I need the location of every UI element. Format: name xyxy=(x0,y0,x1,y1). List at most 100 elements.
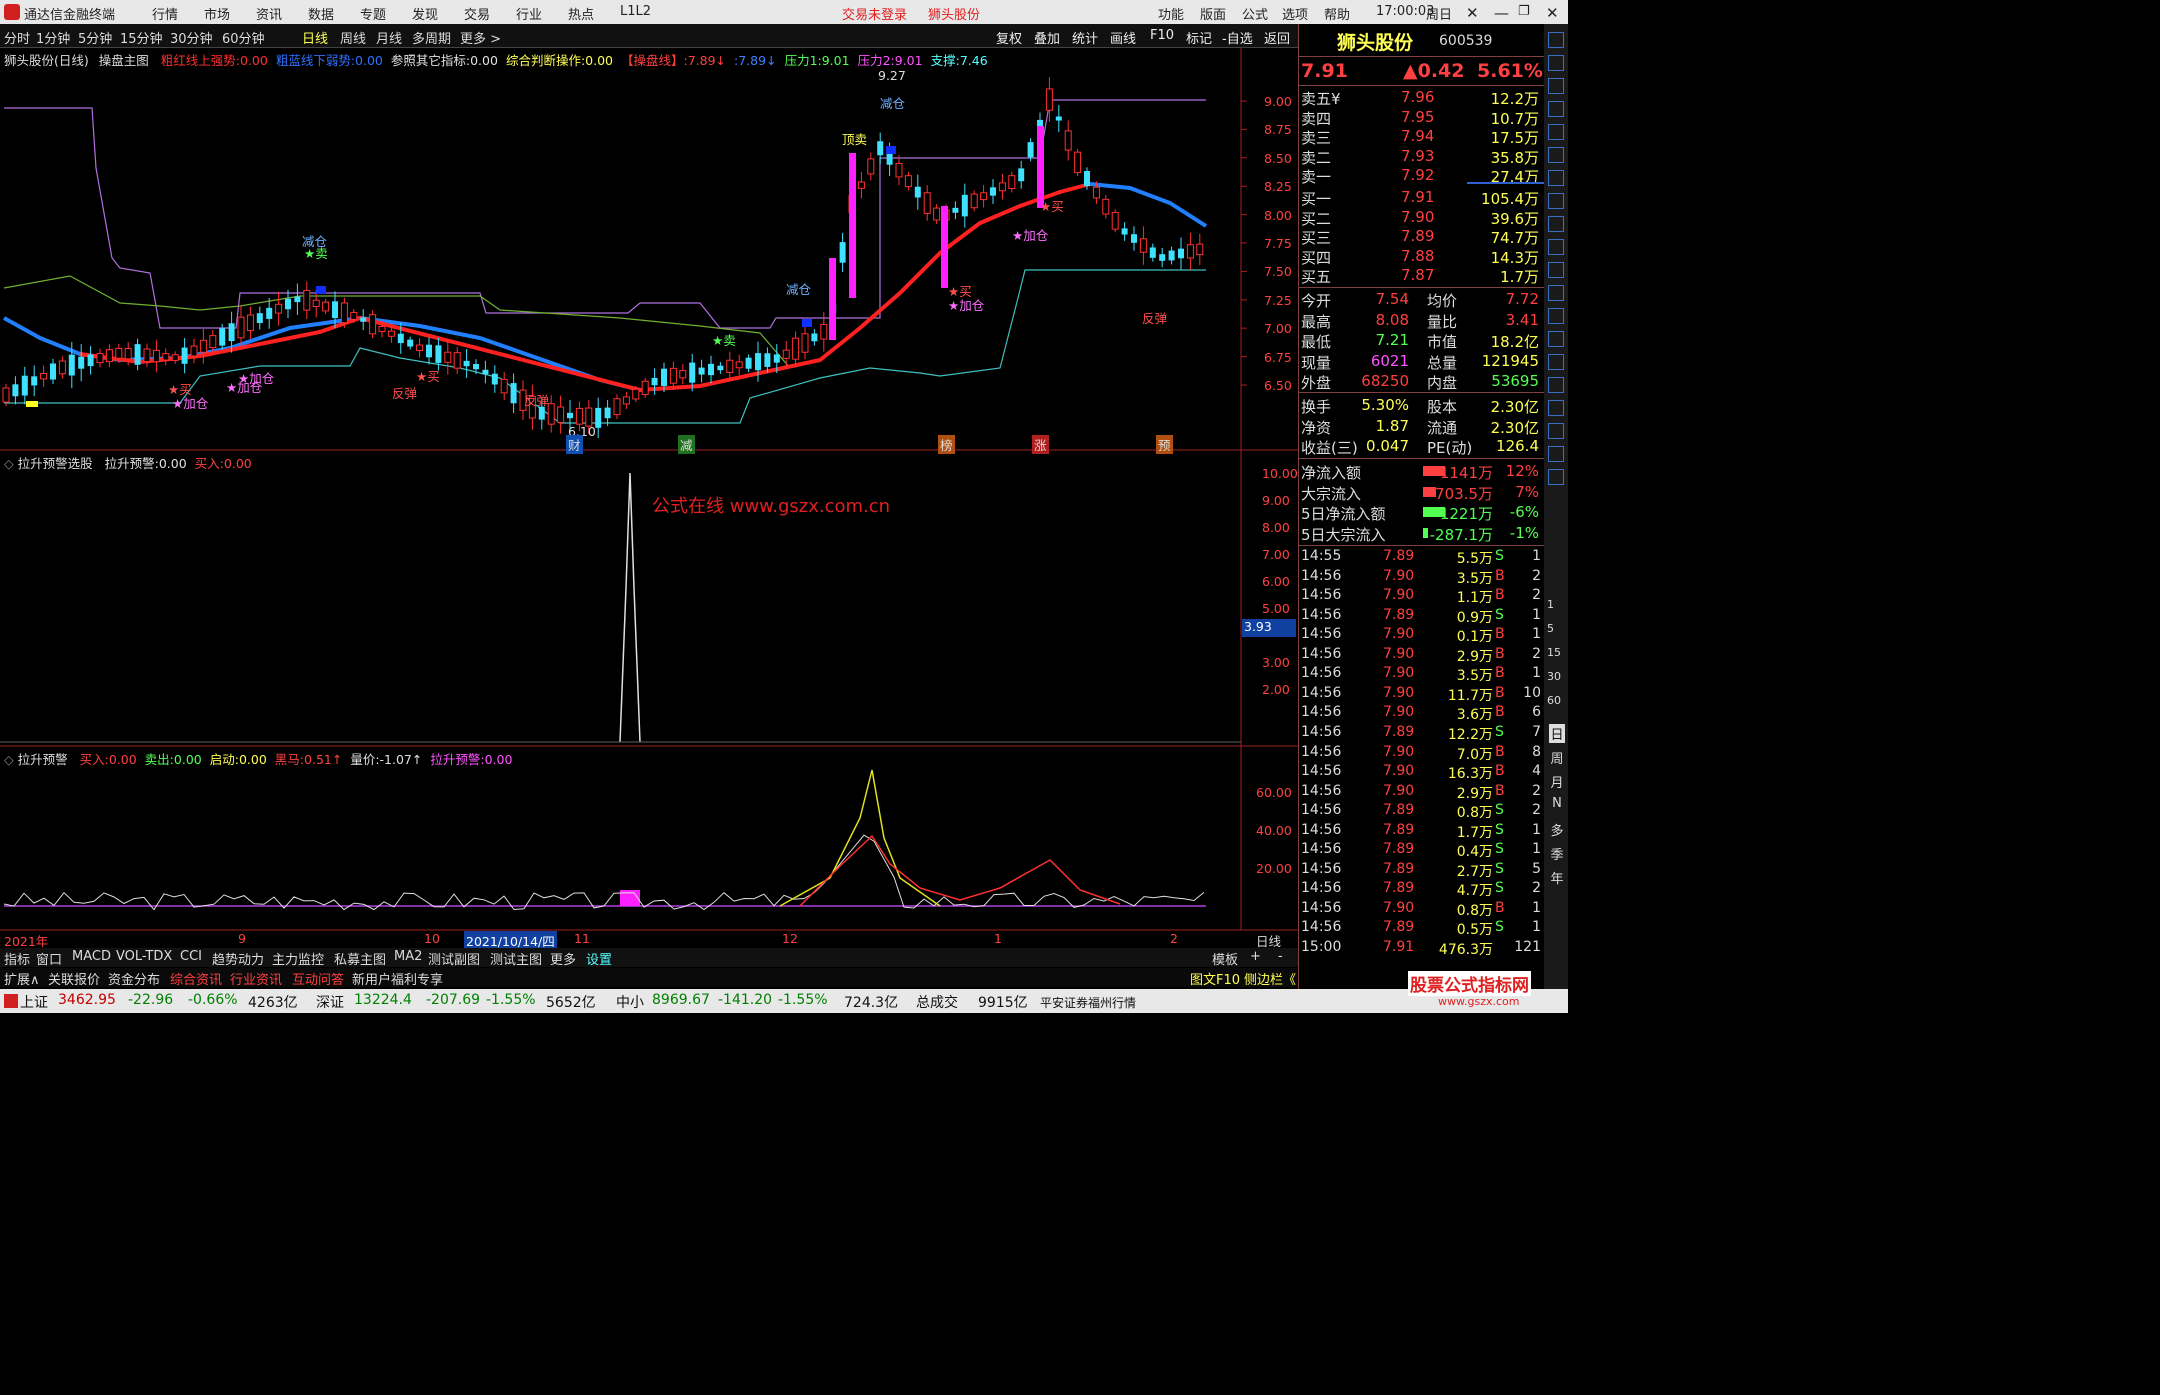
book-row[interactable]: 买二 7.90 39.6万 xyxy=(1299,208,1545,228)
side-period-tab[interactable]: 日 xyxy=(1549,724,1565,743)
extension-tab[interactable]: 新用户福利专享 xyxy=(352,969,443,988)
indicator-tab[interactable]: 测试主图 xyxy=(490,949,542,968)
extension-tab[interactable]: 关联报价 xyxy=(48,969,100,988)
side-tool-icon[interactable] xyxy=(1548,285,1564,301)
menu-shuju[interactable]: 数据 xyxy=(308,4,334,23)
indicator-tab[interactable]: CCI xyxy=(180,949,202,964)
side-tool-icon[interactable] xyxy=(1548,354,1564,370)
indicator-tab[interactable]: 主力监控 xyxy=(272,949,324,968)
side-tool-icon[interactable] xyxy=(1548,423,1564,439)
side-tool-icon[interactable] xyxy=(1548,377,1564,393)
side-interval-tab[interactable]: 1 xyxy=(1547,598,1554,611)
extension-tab[interactable]: 综合资讯 xyxy=(170,969,222,988)
indicator-tab-right[interactable]: 模板 xyxy=(1212,949,1238,968)
tick-row[interactable]: 14:56 7.90 11.7万 B 10 xyxy=(1299,685,1545,705)
side-interval-tab[interactable]: 60 xyxy=(1547,694,1561,707)
indicator-tab[interactable]: VOL-TDX xyxy=(116,949,172,964)
extension-tab[interactable]: 扩展∧ xyxy=(4,969,40,988)
extension-tab[interactable]: 互动问答 xyxy=(292,969,344,988)
menu-faxian[interactable]: 发现 xyxy=(412,4,438,23)
event-marker[interactable]: 榜 xyxy=(938,435,955,454)
indicator-tab[interactable]: 测试副图 xyxy=(428,949,480,968)
extension-tab-right[interactable]: 图文F10 xyxy=(1190,969,1240,988)
side-tool-icon[interactable] xyxy=(1548,147,1564,163)
indicator-tab[interactable]: 设置 xyxy=(586,949,612,968)
main-indicator-name[interactable]: 操盘主图 xyxy=(99,53,149,68)
tf-60min[interactable]: 60分钟 xyxy=(222,28,265,47)
book-row[interactable]: 卖五¥ 7.96 12.2万 xyxy=(1299,88,1545,108)
menu-banmian[interactable]: 版面 xyxy=(1200,4,1226,23)
book-row[interactable]: 买一 7.91 105.4万 xyxy=(1299,188,1545,208)
restore-icon[interactable]: ❐ xyxy=(1518,4,1530,19)
menu-jiaoyi[interactable]: 交易 xyxy=(464,4,490,23)
login-status[interactable]: 交易未登录 xyxy=(842,4,907,23)
panel2-title[interactable]: 拉升预警选股 xyxy=(18,456,93,471)
btn-huaxian[interactable]: 画线 xyxy=(1110,28,1136,47)
btn-zixuan[interactable]: -自选 xyxy=(1222,28,1253,47)
indicator-tab[interactable]: 指标 xyxy=(4,949,30,968)
tf-multi[interactable]: 多周期 xyxy=(412,28,451,47)
book-row[interactable]: 买四 7.88 14.3万 xyxy=(1299,247,1545,267)
indicator-tab[interactable]: 更多 xyxy=(550,949,576,968)
extension-tab[interactable]: 行业资讯 xyxy=(230,969,282,988)
sh-label[interactable]: 上证 xyxy=(20,992,48,1012)
tf-30min[interactable]: 30分钟 xyxy=(170,28,213,47)
side-interval-tab[interactable]: 5 xyxy=(1547,622,1554,635)
indicator-tab-right[interactable]: + xyxy=(1250,949,1261,964)
book-row[interactable]: 卖四 7.95 10.7万 xyxy=(1299,108,1545,128)
collapse-icon[interactable]: ◇ xyxy=(4,456,14,471)
book-row[interactable]: 买三 7.89 74.7万 xyxy=(1299,227,1545,247)
menu-l1l2[interactable]: L1L2 xyxy=(620,4,651,19)
tick-row[interactable]: 15:00 7.91 476.3万 121 xyxy=(1299,939,1545,959)
menu-gongneng[interactable]: 功能 xyxy=(1158,4,1184,23)
event-marker[interactable]: 预 xyxy=(1156,435,1173,454)
extension-tab[interactable]: 资金分布 xyxy=(108,969,160,988)
tf-5min[interactable]: 5分钟 xyxy=(78,28,112,47)
side-tool-icon[interactable] xyxy=(1548,170,1564,186)
btn-f10[interactable]: F10 xyxy=(1150,28,1174,43)
btn-tongji[interactable]: 统计 xyxy=(1072,28,1098,47)
tick-row[interactable]: 14:56 7.90 16.3万 B 4 xyxy=(1299,763,1545,783)
indicator-tab[interactable]: MACD xyxy=(72,949,111,964)
close-window-icon[interactable]: ✕ xyxy=(1546,4,1559,22)
side-tool-icon[interactable] xyxy=(1548,308,1564,324)
side-tool-icon[interactable] xyxy=(1548,331,1564,347)
side-tool-icon[interactable] xyxy=(1548,469,1564,485)
event-marker[interactable]: 财 xyxy=(566,435,583,454)
book-row[interactable]: 卖三 7.94 17.5万 xyxy=(1299,127,1545,147)
tick-row[interactable]: 14:56 7.90 7.0万 B 8 xyxy=(1299,744,1545,764)
tf-1min[interactable]: 1分钟 xyxy=(36,28,70,47)
panel3-title[interactable]: 拉升预警 xyxy=(18,752,68,767)
side-tool-icon[interactable] xyxy=(1548,193,1564,209)
menu-zixun[interactable]: 资讯 xyxy=(256,4,282,23)
menu-redian[interactable]: 热点 xyxy=(568,4,594,23)
side-period-tab[interactable]: 季 xyxy=(1549,844,1565,863)
indicator-tab[interactable]: 趋势动力 xyxy=(212,949,264,968)
side-tool-icon[interactable] xyxy=(1548,78,1564,94)
zx-label[interactable]: 中小 xyxy=(616,992,644,1012)
indicator-tab[interactable]: MA2 xyxy=(394,949,422,964)
minimize-icon[interactable]: — xyxy=(1494,4,1509,22)
side-period-tab[interactable]: 年 xyxy=(1549,868,1565,887)
tick-row[interactable]: 14:56 7.89 2.7万 S 5 xyxy=(1299,861,1545,881)
indicator-tab[interactable]: 私募主图 xyxy=(334,949,386,968)
menu-zhuanti[interactable]: 专题 xyxy=(360,4,386,23)
tick-row[interactable]: 14:56 7.90 3.5万 B 1 xyxy=(1299,665,1545,685)
side-period-tab[interactable]: N xyxy=(1549,796,1565,811)
btn-fuquan[interactable]: 复权 xyxy=(996,28,1022,47)
tick-row[interactable]: 14:56 7.89 4.7万 S 2 xyxy=(1299,880,1545,900)
tick-row[interactable]: 14:56 7.90 0.1万 B 1 xyxy=(1299,626,1545,646)
tick-row[interactable]: 14:56 7.89 0.9万 S 1 xyxy=(1299,607,1545,627)
tick-row[interactable]: 14:56 7.90 3.5万 B 2 xyxy=(1299,568,1545,588)
tick-row[interactable]: 14:56 7.89 1.7万 S 1 xyxy=(1299,822,1545,842)
tick-row[interactable]: 14:55 7.89 5.5万 S 1 xyxy=(1299,548,1545,568)
tick-row[interactable]: 14:56 7.90 1.1万 B 2 xyxy=(1299,587,1545,607)
book-row[interactable]: 卖二 7.93 35.8万 xyxy=(1299,147,1545,167)
close-x-icon[interactable]: ✕ xyxy=(1466,4,1479,22)
book-row[interactable]: 买五 7.87 1.7万 xyxy=(1299,266,1545,286)
tick-row[interactable]: 14:56 7.90 2.9万 B 2 xyxy=(1299,783,1545,803)
tick-row[interactable]: 14:56 7.89 12.2万 S 7 xyxy=(1299,724,1545,744)
side-tool-icon[interactable] xyxy=(1548,101,1564,117)
menu-hangqing[interactable]: 行情 xyxy=(152,4,178,23)
btn-fanhui[interactable]: 返回 xyxy=(1264,28,1290,47)
